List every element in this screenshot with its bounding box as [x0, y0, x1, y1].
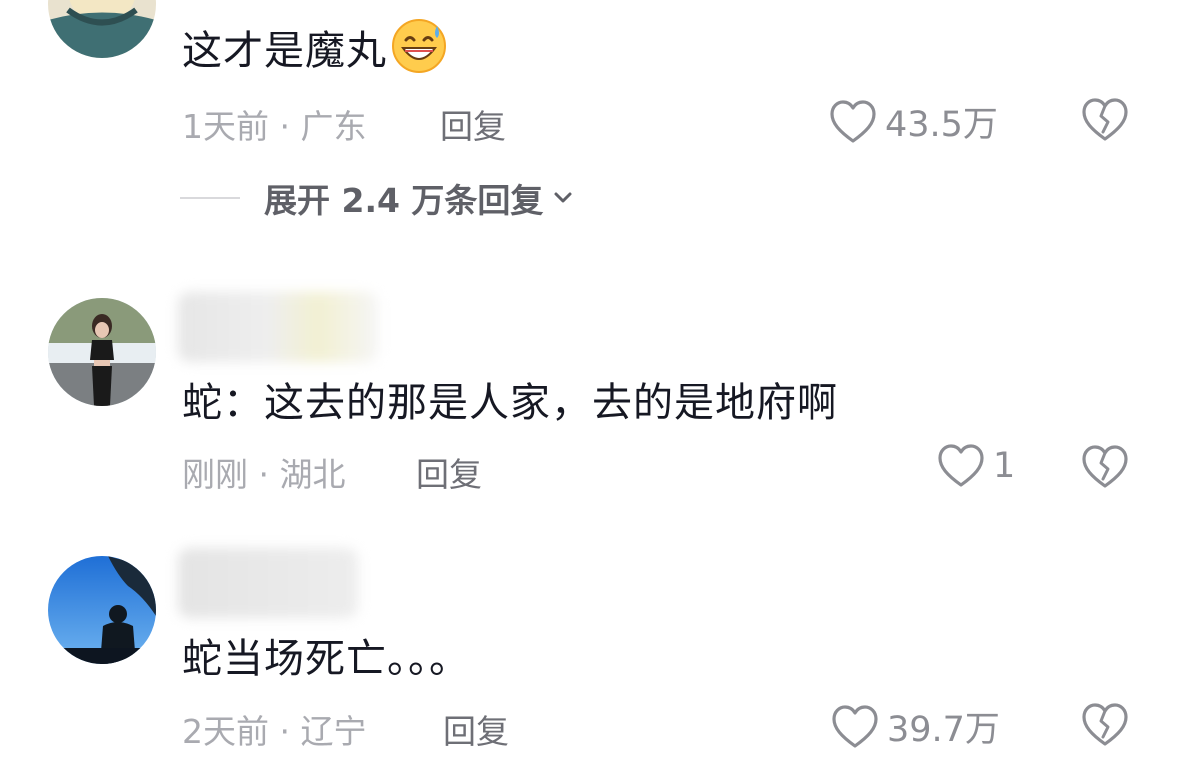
heart-outline-icon [830, 99, 876, 143]
comment-time-location: 刚刚 · 湖北 [182, 455, 346, 494]
divider [180, 197, 240, 199]
like-count: 43.5万 [885, 105, 998, 145]
like-button[interactable]: 39.7万 [831, 701, 1000, 752]
reply-button[interactable]: 回复 [416, 448, 482, 496]
comment-text: 蛇当场死亡。。。 [182, 636, 470, 682]
comment-time-location: 1天前 · 广东 [182, 107, 367, 146]
broken-heart-icon[interactable] [1081, 443, 1129, 491]
avatar[interactable] [48, 298, 156, 406]
username-redacted [178, 548, 358, 618]
broken-heart-icon[interactable] [1081, 701, 1129, 749]
like-count: 1 [993, 446, 1016, 486]
username-redacted [178, 292, 378, 362]
like-button[interactable]: 1 [937, 443, 1015, 489]
comment-time-location: 2天前 · 辽宁 [182, 712, 367, 751]
reply-button[interactable]: 回复 [440, 100, 506, 148]
avatar[interactable] [48, 0, 156, 58]
avatar-image [48, 0, 156, 58]
avatar-image [48, 298, 156, 406]
chevron-down-icon [554, 192, 572, 203]
comment-text: 这才是魔丸 [182, 18, 447, 76]
avatar-image [48, 556, 156, 664]
broken-heart-icon[interactable] [1081, 96, 1129, 144]
comment-text-content: 这才是魔丸 [182, 28, 387, 74]
comment-text: 蛇：这去的那是人家，去的是地府啊 [182, 380, 838, 426]
avatar[interactable] [48, 556, 156, 664]
reply-button[interactable]: 回复 [443, 705, 509, 753]
heart-outline-icon [832, 704, 878, 748]
heart-outline-icon [938, 444, 984, 487]
like-count: 39.7万 [887, 710, 1000, 750]
grinning-sweat-emoji [392, 19, 446, 73]
expand-replies-button[interactable]: 展开 2.4 万条回复 [180, 174, 577, 222]
like-button[interactable]: 43.5万 [829, 96, 998, 147]
expand-replies-label: 展开 2.4 万条回复 [264, 181, 544, 220]
